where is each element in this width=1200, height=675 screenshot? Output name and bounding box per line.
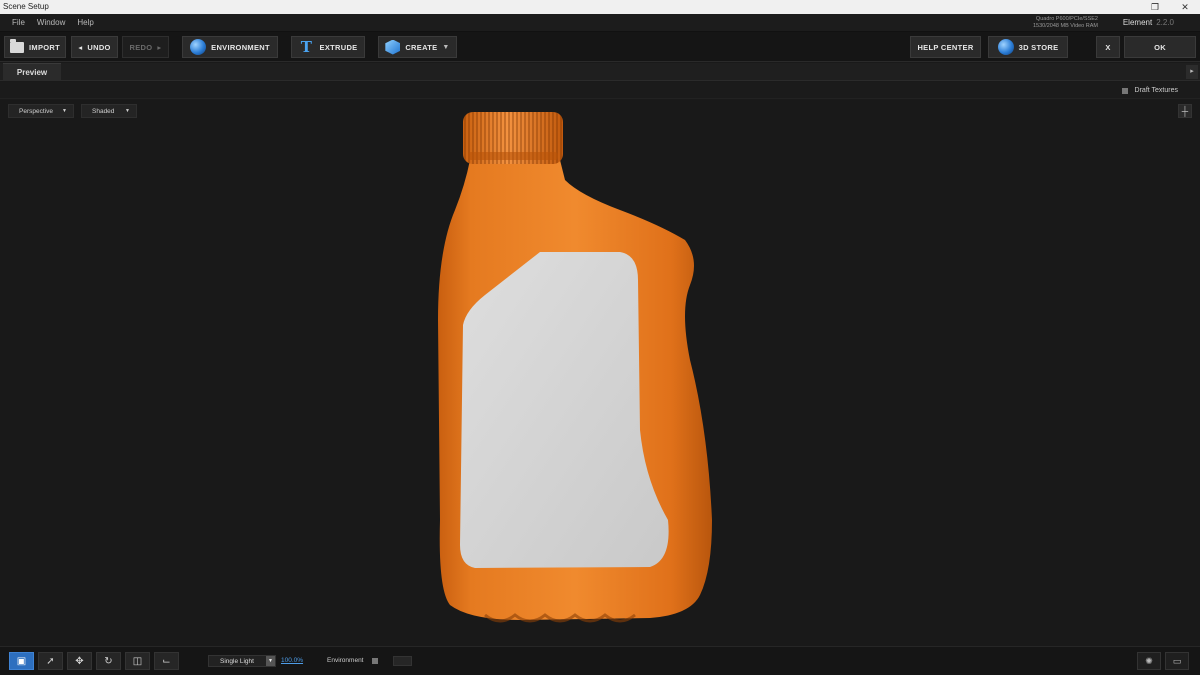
tab-preview[interactable]: Preview <box>3 63 61 81</box>
globe-icon <box>190 39 207 55</box>
shading-mode-value: Shaded <box>92 107 115 115</box>
environment-checkbox[interactable] <box>372 658 378 664</box>
ok-label: OK <box>1154 42 1166 52</box>
product-version: 2.2.0 <box>1156 18 1174 27</box>
extrude-text-icon: T <box>300 38 313 56</box>
move-icon[interactable]: ✥ <box>67 652 92 670</box>
chevron-down-icon: ▼ <box>266 656 275 666</box>
product-name: Element <box>1122 18 1153 27</box>
menu-window[interactable]: Window <box>31 14 71 32</box>
bottle-label <box>460 252 669 568</box>
help-center-label: HELP CENTER <box>917 42 974 52</box>
draft-textures-toggle[interactable]: Draft Textures <box>1121 82 1178 99</box>
folder-icon <box>10 38 25 53</box>
extrude-button[interactable]: T EXTRUDE <box>291 36 365 58</box>
light-mode-dropdown[interactable]: Single Light ▼ <box>208 655 276 667</box>
import-button[interactable]: IMPORT <box>4 36 66 58</box>
camera-mode-dropdown[interactable]: Perspective ▼ <box>8 104 74 118</box>
store-globe-icon <box>997 39 1014 55</box>
environment-toggle-label: Environment <box>327 657 364 664</box>
3d-store-button[interactable]: 3D STORE <box>988 36 1068 58</box>
3d-store-label: 3D STORE <box>1018 42 1059 52</box>
restore-icon[interactable]: ❐ <box>1140 0 1170 14</box>
create-label: CREATE <box>405 42 438 52</box>
environment-label: ENVIRONMENT <box>211 42 270 52</box>
bottom-toolbar: ▣ ➚ ✥ ↻ ◫ ⌙ Single Light ▼ 100.0% Enviro… <box>0 646 1200 675</box>
cube-icon <box>385 39 401 55</box>
product-label: Element 2.2.0 <box>1123 14 1174 32</box>
chevron-right-icon: ▸ <box>157 42 162 52</box>
menu-file[interactable]: File <box>6 14 31 32</box>
undo-label: UNDO <box>87 42 111 52</box>
undo-button[interactable]: ◂ UNDO <box>71 36 118 58</box>
environment-color-swatch[interactable] <box>393 656 412 666</box>
camera-icon[interactable]: ▣ <box>9 652 34 670</box>
scale-icon[interactable]: ◫ <box>125 652 150 670</box>
menu-help[interactable]: Help <box>71 14 99 32</box>
gpu-name: Quadro P600/PCIe/SSE2 <box>1035 16 1098 22</box>
gpu-vram: 1530/2048 MB Video RAM <box>1032 23 1098 29</box>
redo-button[interactable]: REDO ▸ <box>122 36 169 58</box>
redo-label: REDO <box>129 42 153 52</box>
render-screen-icon[interactable]: ▭ <box>1165 652 1189 670</box>
axis-icon[interactable]: ⌙ <box>154 652 179 670</box>
menu-bar: File Window Help Quadro P600/PCIe/SSE2 1… <box>0 14 1200 32</box>
window-titlebar: Scene Setup ❐ ✕ <box>0 0 1200 14</box>
chevron-down-icon: ▼ <box>125 108 130 114</box>
light-mode-value: Single Light <box>220 657 254 665</box>
chevron-left-icon: ◂ <box>78 42 83 52</box>
draft-textures-label: Draft Textures <box>1134 87 1178 94</box>
gpu-info: Quadro P600/PCIe/SSE2 1530/2048 MB Video… <box>1033 16 1098 30</box>
extrude-label: EXTRUDE <box>319 42 358 52</box>
cancel-label: X <box>1105 42 1111 52</box>
environment-button[interactable]: ENVIRONMENT <box>182 36 278 58</box>
bottle-model[interactable] <box>0 100 1200 646</box>
panel-header: Preview ▸ <box>0 63 1200 81</box>
main-toolbar: IMPORT ◂ UNDO REDO ▸ ENVIRONMENT T EXTRU… <box>0 32 1200 62</box>
chevron-down-icon: ▼ <box>442 43 450 51</box>
light-intensity-value[interactable]: 100.0% <box>281 655 303 667</box>
import-label: IMPORT <box>29 42 60 52</box>
cancel-button[interactable]: X <box>1096 36 1120 58</box>
rotate-icon[interactable]: ↻ <box>96 652 121 670</box>
3d-viewport[interactable]: Perspective ▼ Shaded ▼ ┼ <box>0 100 1200 646</box>
chevron-down-icon: ▼ <box>62 108 67 114</box>
shading-mode-dropdown[interactable]: Shaded ▼ <box>81 104 137 118</box>
draft-textures-checkbox[interactable] <box>1121 87 1128 94</box>
crosshair-icon[interactable]: ┼ <box>1178 104 1192 118</box>
close-icon[interactable]: ✕ <box>1170 0 1200 14</box>
select-icon[interactable]: ➚ <box>38 652 63 670</box>
sun-icon[interactable]: ✺ <box>1137 652 1161 670</box>
expand-panel-icon[interactable]: ▸ <box>1186 65 1198 79</box>
ok-button[interactable]: OK <box>1124 36 1196 58</box>
camera-mode-value: Perspective <box>19 107 53 115</box>
window-title: Scene Setup <box>3 2 49 11</box>
help-center-button[interactable]: HELP CENTER <box>910 36 981 58</box>
create-button[interactable]: CREATE ▼ <box>378 36 457 58</box>
viewport-options-bar: Draft Textures <box>0 82 1200 99</box>
